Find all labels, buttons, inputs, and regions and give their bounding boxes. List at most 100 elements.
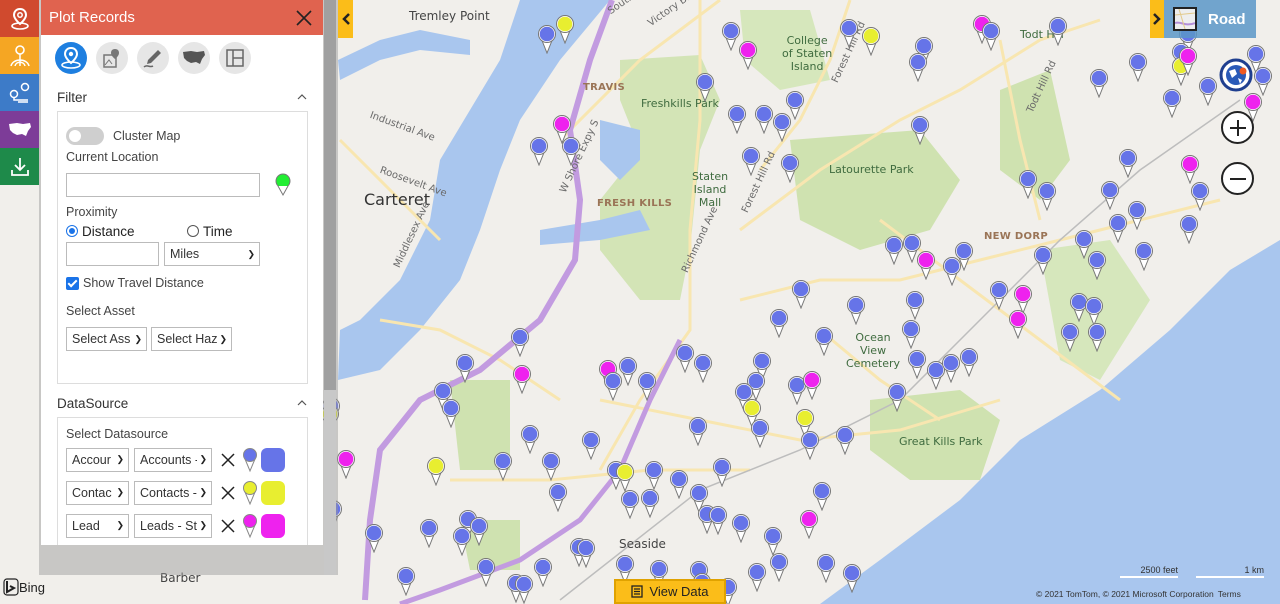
account-pin[interactable] [1253,66,1273,96]
entity-select[interactable]: Contac ❯ [66,480,129,505]
current-location-input[interactable] [66,173,260,197]
lead-pin[interactable] [1008,309,1028,339]
entity-select[interactable]: Lead ❯ [66,513,129,538]
tool-layout-button[interactable] [219,42,251,74]
entity-select[interactable]: Accour ❯ [66,447,129,472]
account-pin[interactable] [769,552,789,582]
account-pin[interactable] [747,562,767,592]
account-pin[interactable] [835,425,855,455]
zoom-in-button[interactable] [1221,111,1254,144]
contact-pin[interactable] [426,456,446,486]
account-pin[interactable] [884,235,904,265]
account-pin[interactable] [675,343,695,373]
remove-datasource-icon[interactable] [218,516,238,536]
contact-pin[interactable] [615,462,635,492]
account-pin[interactable] [712,457,732,487]
locate-globe-button[interactable] [1217,56,1255,94]
account-pin[interactable] [941,353,961,383]
account-pin[interactable] [576,538,596,568]
tool-plot-pin-button[interactable] [55,42,87,74]
datasource-color-swatch[interactable] [261,513,285,538]
account-pin[interactable] [493,451,513,481]
account-pin[interactable] [981,21,1001,51]
account-pin[interactable] [364,523,384,553]
account-pin[interactable] [529,136,549,166]
datasource-section-header[interactable]: DataSource [41,389,323,417]
account-pin[interactable] [800,430,820,460]
account-pin[interactable] [754,104,774,134]
account-pin[interactable] [581,430,601,460]
account-pin[interactable] [541,451,561,481]
lead-pin[interactable] [1180,154,1200,184]
account-pin[interactable] [750,418,770,448]
view-select[interactable]: Accounts - ❯ [134,447,212,472]
unit-select[interactable]: Miles ❯ [164,242,260,266]
account-pin[interactable] [769,308,789,338]
collapse-panel-button[interactable] [338,0,353,38]
account-pin[interactable] [419,518,439,548]
account-pin[interactable] [708,505,728,535]
account-pin[interactable] [839,18,859,48]
contact-pin[interactable] [555,14,575,44]
account-pin[interactable] [1118,148,1138,178]
show-travel-distance-checkbox[interactable] [66,276,79,290]
filter-section-header[interactable]: Filter [41,83,323,111]
map-style-toggle[interactable]: Road [1150,0,1256,38]
account-pin[interactable] [1033,245,1053,275]
terms-link[interactable]: Terms [1218,589,1241,599]
account-pin[interactable] [908,52,928,82]
scrollbar-thumb[interactable] [324,0,336,390]
expand-styles-button[interactable] [1150,0,1164,38]
account-pin[interactable] [1127,200,1147,230]
rail-download-button[interactable] [0,148,39,185]
account-pin[interactable] [887,382,907,412]
account-pin[interactable] [846,295,866,325]
account-pin[interactable] [644,460,664,490]
tool-us-map-button[interactable] [178,42,210,74]
account-pin[interactable] [510,327,530,357]
account-pin[interactable] [910,115,930,145]
account-pin[interactable] [1037,181,1057,211]
account-pin[interactable] [901,319,921,349]
account-pin[interactable] [989,280,1009,310]
account-pin[interactable] [455,353,475,383]
cluster-map-toggle[interactable] [66,127,104,145]
account-pin[interactable] [791,279,811,309]
tool-draw-button[interactable] [137,42,169,74]
account-pin[interactable] [603,371,623,401]
account-pin[interactable] [1089,68,1109,98]
account-pin[interactable] [1128,52,1148,82]
account-pin[interactable] [1087,322,1107,352]
account-pin[interactable] [1100,180,1120,210]
view-select[interactable]: Leads - Sta❯ [134,513,212,538]
lead-pin[interactable] [916,250,936,280]
current-location-pin-icon[interactable] [274,173,292,197]
rail-plot-records-button[interactable] [0,0,39,37]
chevron-up-icon[interactable] [297,94,307,100]
account-pin[interactable] [669,469,689,499]
view-data-button[interactable]: View Data [614,579,726,604]
rail-regions-button[interactable] [0,111,39,148]
proximity-value-input[interactable] [66,242,159,266]
lead-pin[interactable] [512,364,532,394]
account-pin[interactable] [905,290,925,320]
datasource-pin-icon[interactable] [242,513,258,539]
lead-pin[interactable] [799,509,819,539]
account-pin[interactable] [731,513,751,543]
account-pin[interactable] [548,482,568,512]
account-pin[interactable] [620,489,640,519]
account-pin[interactable] [1179,214,1199,244]
account-pin[interactable] [693,353,713,383]
account-pin[interactable] [452,526,472,556]
account-pin[interactable] [780,153,800,183]
account-pin[interactable] [469,516,489,546]
rail-route-button[interactable] [0,74,39,111]
account-pin[interactable] [561,136,581,166]
account-pin[interactable] [533,557,553,587]
lead-pin[interactable] [336,449,356,479]
remove-datasource-icon[interactable] [218,450,238,470]
account-pin[interactable] [842,563,862,593]
account-pin[interactable] [1018,169,1038,199]
account-pin[interactable] [1190,181,1210,211]
account-pin[interactable] [476,557,496,587]
